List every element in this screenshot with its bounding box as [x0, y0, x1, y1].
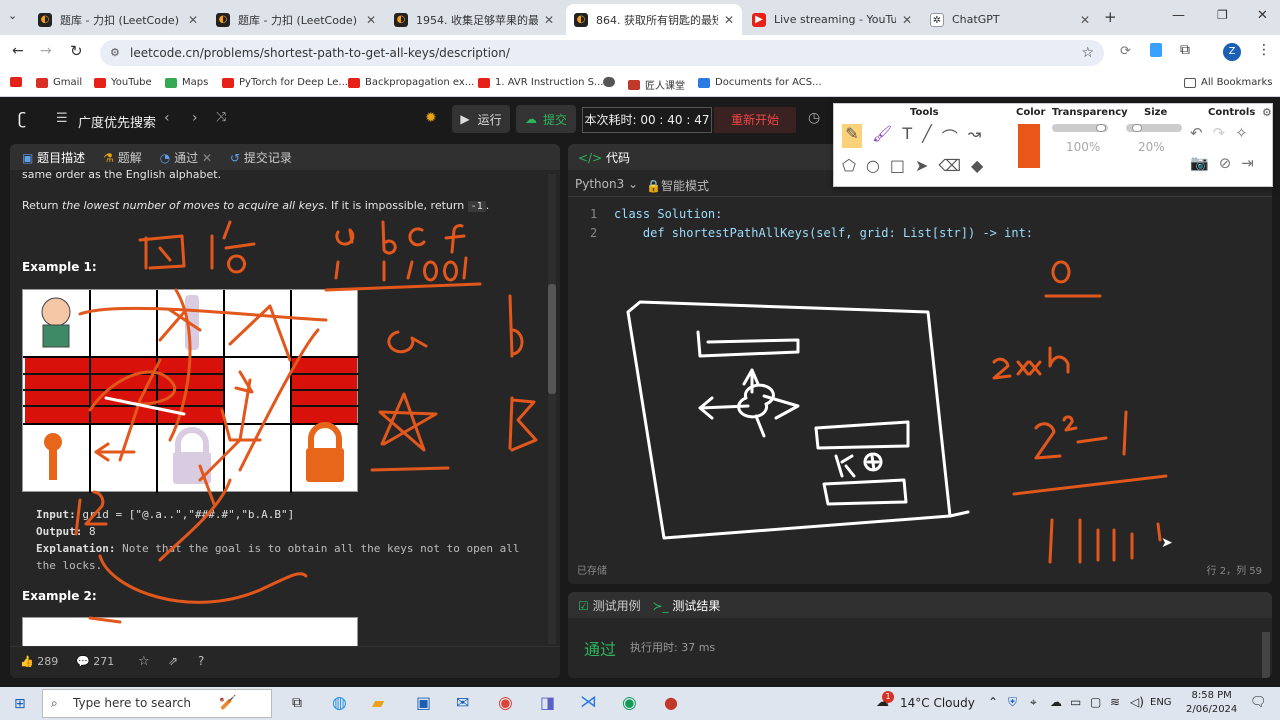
- weather-text[interactable]: 14°C Cloudy: [900, 696, 975, 710]
- controls-row-1: ↶ ↷ ✧: [1190, 124, 1248, 142]
- search-highlight-icon: 🏏: [219, 695, 237, 711]
- location-icon[interactable]: ⌖: [1030, 695, 1037, 710]
- size-value: 20%: [1138, 140, 1165, 154]
- vscode-icon[interactable]: ⋊: [580, 692, 597, 712]
- arrow-tool-icon[interactable]: ↝: [968, 124, 981, 148]
- hide-icon[interactable]: ⊘: [1219, 154, 1232, 172]
- rectangle-tool-icon[interactable]: □: [890, 156, 905, 175]
- size-slider[interactable]: [1126, 124, 1182, 132]
- file-explorer-icon[interactable]: ▰: [372, 693, 384, 712]
- show-hidden-icons-icon[interactable]: ⌃: [988, 695, 998, 709]
- circle-tool-icon[interactable]: ○: [866, 156, 880, 175]
- polygon-tool-icon[interactable]: ⬠: [842, 156, 856, 175]
- clear-all-icon[interactable]: ✧: [1235, 124, 1248, 142]
- orange-annotations: [74, 220, 1168, 624]
- edge-icon[interactable]: ◍: [332, 693, 347, 713]
- transparency-slider[interactable]: [1052, 124, 1108, 132]
- cloud-icon[interactable]: ☁: [1050, 695, 1062, 709]
- select-pointer-icon[interactable]: ➤: [915, 156, 928, 175]
- volume-icon[interactable]: ◁): [1130, 695, 1144, 709]
- transparency-value: 100%: [1066, 140, 1101, 154]
- notifications-icon[interactable]: 🗨: [1250, 695, 1267, 710]
- recorder-icon[interactable]: ●: [664, 693, 678, 712]
- exit-icon[interactable]: ⇥: [1241, 154, 1254, 172]
- wifi-icon[interactable]: ≋: [1110, 695, 1120, 709]
- controls-row-2: 📷 ⊘ ⇥: [1190, 154, 1254, 172]
- mail-icon[interactable]: ✉: [456, 693, 469, 712]
- tools-row-2: ⬠ ○ □ ➤ ⌫ ◆: [842, 156, 983, 175]
- tools-header: Tools: [910, 107, 939, 118]
- transparency-header: Transparency: [1052, 107, 1128, 118]
- chrome-icon[interactable]: ◉: [498, 693, 513, 713]
- mouse-cursor-icon: ➤: [1161, 535, 1173, 551]
- settings-gear-icon[interactable]: ⚙: [1262, 106, 1272, 119]
- tools-row-1: ✎ 🖌 T ╱ ⌒ ↝: [842, 124, 981, 148]
- chrome-icon[interactable]: ◉: [622, 693, 637, 713]
- windows-start-icon[interactable]: ⊞: [14, 696, 26, 712]
- language-indicator[interactable]: ENG: [1150, 697, 1172, 708]
- line-tool-icon[interactable]: ╱: [922, 124, 932, 148]
- pencil-icon[interactable]: ✎: [842, 124, 862, 148]
- search-icon: ⌕: [51, 696, 58, 710]
- teams-icon[interactable]: ◨: [540, 693, 555, 712]
- weather-icon[interactable]: ☁: [876, 695, 889, 710]
- security-icon[interactable]: ⛨: [1008, 695, 1017, 710]
- store-icon[interactable]: ▣: [416, 693, 431, 712]
- size-header: Size: [1144, 107, 1168, 118]
- camera-icon[interactable]: 📷: [1190, 154, 1209, 172]
- undo-icon[interactable]: ↶: [1190, 124, 1203, 142]
- clock[interactable]: 8:58 PM 2/06/2024: [1186, 689, 1237, 717]
- drawing-tools-palette: Tools ✎ 🖌 T ╱ ⌒ ↝ ⬠ ○ □ ➤ ⌫ ◆ Color Tran…: [833, 103, 1273, 187]
- display-icon[interactable]: ▢: [1090, 695, 1101, 709]
- eraser-icon[interactable]: ⌫: [938, 156, 961, 175]
- color-swatch[interactable]: [1018, 124, 1040, 168]
- windows-taskbar: ⊞ ⌕ Type here to search 🏏 ⧉ ◍ ▰ ▣ ✉ ◉ ◨ …: [0, 687, 1280, 720]
- redo-icon[interactable]: ↷: [1213, 124, 1226, 142]
- highlighter-icon[interactable]: ◆: [971, 156, 983, 175]
- curve-tool-icon[interactable]: ⌒: [942, 124, 958, 148]
- controls-header: Controls: [1208, 107, 1256, 118]
- text-tool-icon[interactable]: T: [902, 124, 912, 148]
- taskbar-search-field[interactable]: ⌕ Type here to search 🏏: [42, 689, 272, 718]
- task-view-icon[interactable]: ⧉: [292, 695, 302, 711]
- battery-icon[interactable]: ▭: [1070, 695, 1081, 709]
- color-header: Color: [1016, 107, 1046, 118]
- brush-icon[interactable]: 🖌: [872, 124, 892, 148]
